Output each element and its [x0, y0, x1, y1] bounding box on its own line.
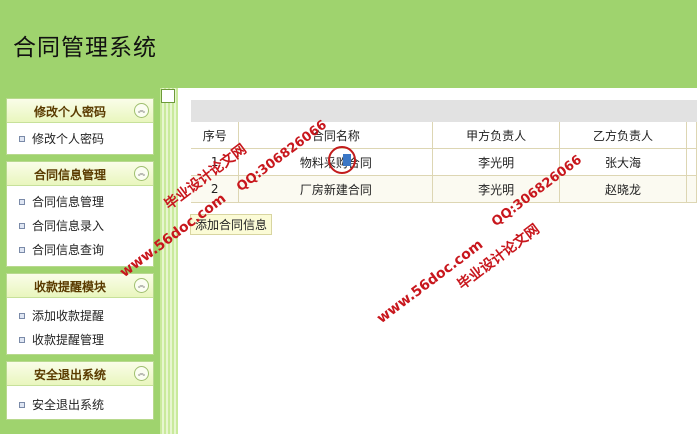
table-cell: 赵晓龙 — [559, 175, 687, 203]
bullet-icon — [19, 313, 25, 319]
table-header-row: 序号 合同名称 甲方负责人 乙方负责人 — [191, 122, 697, 149]
panel-payment-reminder: 收款提醒模块 ︽ 添加收款提醒 收款提醒管理 — [6, 273, 154, 355]
table-cell-extra — [686, 148, 697, 176]
sidebar-item-label: 添加收款提醒 — [32, 309, 105, 323]
sidebar-item-label: 合同信息查询 — [32, 243, 105, 257]
sidebar-item-logout[interactable]: 安全退出系统 — [7, 393, 153, 417]
content-toolbar — [191, 100, 697, 122]
text-cursor-icon — [343, 154, 351, 166]
sidebar-item-label: 合同信息录入 — [32, 219, 105, 233]
bullet-icon — [19, 402, 25, 408]
panel-change-password: 修改个人密码 ︽ 修改个人密码 — [6, 98, 154, 155]
panel-title: 合同信息管理 — [33, 168, 106, 182]
bullet-icon — [19, 337, 25, 343]
collapse-sidebar-button[interactable] — [161, 89, 175, 103]
column-header-extra — [686, 122, 697, 149]
sidebar-item-contract-entry[interactable]: 合同信息录入 — [7, 214, 153, 238]
bullet-icon — [19, 199, 25, 205]
table-cell: 厂房新建合同 — [238, 175, 434, 203]
table-row[interactable]: 2 厂房新建合同 李光明 赵晓龙 — [191, 175, 697, 203]
panel-logout: 安全退出系统 ︽ 安全退出系统 — [6, 361, 154, 420]
panel-title: 收款提醒模块 — [33, 280, 106, 294]
table-cell: 李光明 — [432, 148, 561, 176]
panel-header[interactable]: 安全退出系统 ︽ — [7, 362, 153, 386]
panel-header[interactable]: 合同信息管理 ︽ — [7, 162, 153, 186]
sidebar-item-label: 安全退出系统 — [32, 398, 105, 412]
sidebar-item-reminder-manage[interactable]: 收款提醒管理 — [7, 328, 153, 352]
panel-header[interactable]: 收款提醒模块 ︽ — [7, 274, 153, 298]
column-header: 乙方负责人 — [559, 122, 687, 149]
panel-title: 修改个人密码 — [33, 105, 106, 119]
panel-title: 安全退出系统 — [33, 368, 106, 382]
column-header: 甲方负责人 — [432, 122, 561, 149]
sidebar-item-label: 收款提醒管理 — [32, 333, 105, 347]
sidebar-item-label: 修改个人密码 — [32, 132, 105, 146]
table-cell-extra — [686, 175, 697, 203]
chevron-up-icon[interactable]: ︽ — [134, 103, 149, 118]
sidebar-item-label: 合同信息管理 — [32, 195, 105, 209]
bullet-icon — [19, 223, 25, 229]
sidebar-item-contract-manage[interactable]: 合同信息管理 — [7, 190, 153, 214]
sidebar-splitter[interactable] — [160, 88, 178, 434]
app-title: 合同管理系统 — [13, 35, 157, 61]
chevron-up-icon[interactable]: ︽ — [134, 166, 149, 181]
panel-contract-info: 合同信息管理 ︽ 合同信息管理 合同信息录入 合同信息查询 — [6, 161, 154, 267]
sidebar-item-add-reminder[interactable]: 添加收款提醒 — [7, 304, 153, 328]
panel-header[interactable]: 修改个人密码 ︽ — [7, 99, 153, 123]
sidebar-item-change-password[interactable]: 修改个人密码 — [7, 127, 153, 151]
chevron-up-icon[interactable]: ︽ — [134, 278, 149, 293]
bullet-icon — [19, 136, 25, 142]
cursor-highlight — [328, 146, 356, 174]
bullet-icon — [19, 247, 25, 253]
app-header: 合同管理系统 — [0, 0, 697, 88]
chevron-up-icon[interactable]: ︽ — [134, 366, 149, 381]
column-header: 合同名称 — [238, 122, 434, 149]
